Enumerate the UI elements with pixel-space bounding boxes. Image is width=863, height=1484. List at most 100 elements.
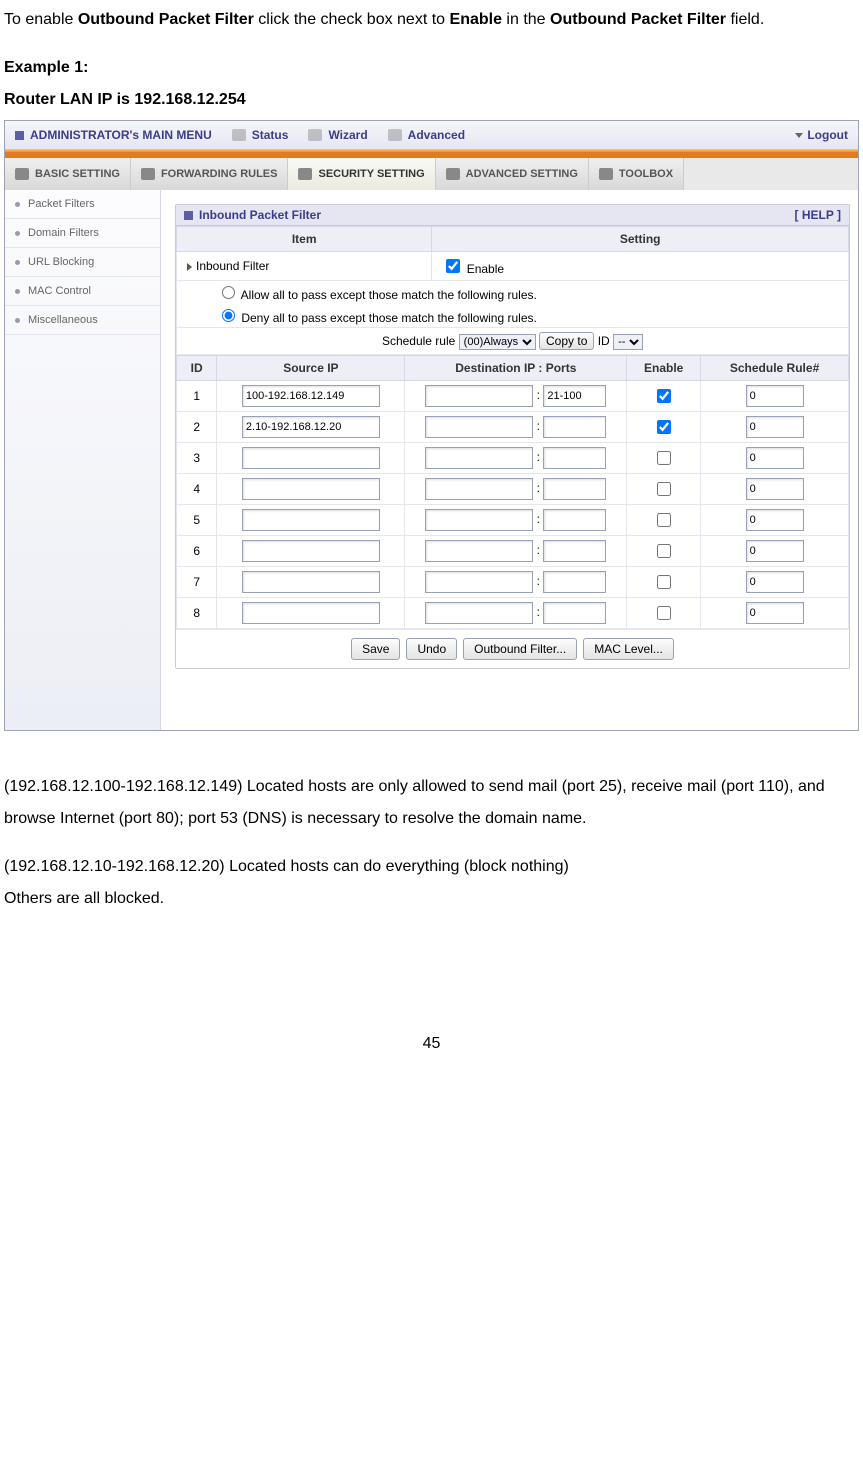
radio-deny[interactable] [222,309,235,322]
table-row: 7 : [177,567,849,598]
rule-enable-checkbox[interactable] [657,575,671,589]
mac-level-button[interactable]: MAC Level... [583,638,674,660]
nav-logout-label: Logout [807,128,848,142]
schedule-rule-input[interactable] [746,447,804,469]
radio-allow[interactable] [222,286,235,299]
nav-logout[interactable]: Logout [785,121,858,149]
copy-id-select[interactable]: -- [613,334,643,350]
nav-status[interactable]: Status [222,121,299,149]
bullet-icon [15,231,20,236]
sidebar-item-domain-filters[interactable]: Domain Filters [5,219,160,248]
status-icon [232,129,246,141]
rule-enable-checkbox[interactable] [657,451,671,465]
radio-allow-label: Allow all to pass except those match the… [241,288,537,302]
intro-prefix: To enable [4,11,78,28]
router-ip-line: Router LAN IP is 192.168.12.254 [4,84,859,116]
source-ip-input[interactable] [242,509,380,531]
advanced-icon [388,129,402,141]
tab-security-label: SECURITY SETTING [318,168,424,180]
dest-ip-input[interactable] [425,447,533,469]
ports-input[interactable] [543,602,606,624]
source-ip-input[interactable] [242,571,380,593]
tab-toolbox[interactable]: TOOLBOX [589,158,684,190]
bullet-icon [15,318,20,323]
sidebar-item-packet-filters[interactable]: Packet Filters [5,190,160,219]
rule-enable-checkbox[interactable] [657,420,671,434]
rule-enable-checkbox[interactable] [657,606,671,620]
sidebar-item-url-blocking[interactable]: URL Blocking [5,248,160,277]
schedule-rule-input[interactable] [746,478,804,500]
rule-enable-checkbox[interactable] [657,389,671,403]
rule-enable-checkbox[interactable] [657,513,671,527]
save-button[interactable]: Save [351,638,400,660]
colon-separator: : [533,574,543,588]
enable-checkbox[interactable] [446,259,460,273]
dest-ip-input[interactable] [425,540,533,562]
colon-separator: : [533,512,543,526]
copy-to-button[interactable]: Copy to [539,332,594,350]
source-ip-input[interactable] [242,385,380,407]
ports-input[interactable] [543,571,606,593]
tab-advanced-setting[interactable]: ADVANCED SETTING [436,158,589,190]
source-ip-input[interactable] [242,478,380,500]
ports-input[interactable] [543,447,606,469]
sidebar-item-miscellaneous[interactable]: Miscellaneous [5,306,160,335]
nav-wizard[interactable]: Wizard [298,121,377,149]
ports-input[interactable] [543,416,606,438]
nav-status-label: Status [252,128,289,142]
dest-ip-input[interactable] [425,571,533,593]
outbound-filter-button[interactable]: Outbound Filter... [463,638,577,660]
colon-separator: : [533,605,543,619]
panel-icon [184,211,193,220]
tab-forwarding-rules[interactable]: FORWARDING RULES [131,158,289,190]
sidebar-item-mac-control[interactable]: MAC Control [5,277,160,306]
nav-advanced[interactable]: Advanced [378,121,475,149]
panel-title: Inbound Packet Filter [199,208,321,222]
bullet-icon [15,202,20,207]
sidebar-item-label: Miscellaneous [28,314,98,326]
rule-enable-checkbox[interactable] [657,482,671,496]
table-row: 4 : [177,474,849,505]
source-ip-input[interactable] [242,416,380,438]
tab-basic-setting[interactable]: BASIC SETTING [5,158,131,190]
schedule-rule-input[interactable] [746,509,804,531]
dest-ip-input[interactable] [425,602,533,624]
schedule-rule-input[interactable] [746,385,804,407]
tab-security-setting[interactable]: SECURITY SETTING [288,158,435,190]
source-ip-input[interactable] [242,447,380,469]
ports-input[interactable] [543,540,606,562]
toolbox-icon [599,168,613,180]
th-id: ID [177,356,217,381]
button-bar: Save Undo Outbound Filter... MAC Level..… [176,629,849,668]
source-ip-input[interactable] [242,602,380,624]
colon-separator: : [533,388,543,402]
th-dest-ip-ports: Destination IP : Ports [405,356,627,381]
sidebar-item-label: Domain Filters [28,227,99,239]
colon-separator: : [533,419,543,433]
schedule-rule-input[interactable] [746,571,804,593]
ports-input[interactable] [543,478,606,500]
ports-input[interactable] [543,385,606,407]
main-menu-text: ADMINISTRATOR's MAIN MENU [30,128,212,142]
dest-ip-input[interactable] [425,416,533,438]
intro-bold2: Enable [450,11,502,28]
after-p1: (192.168.12.100-192.168.12.149) Located … [4,771,859,835]
schedule-rule-input[interactable] [746,540,804,562]
dest-ip-input[interactable] [425,478,533,500]
basic-setting-icon [15,168,29,180]
content-area: Inbound Packet Filter [ HELP ] Item Sett… [161,190,858,730]
schedule-rule-input[interactable] [746,416,804,438]
rule-id: 1 [177,381,217,412]
dest-ip-input[interactable] [425,385,533,407]
enable-label: Enable [467,262,504,276]
ports-input[interactable] [543,509,606,531]
intro-bold3: Outbound Packet Filter [550,11,726,28]
dest-ip-input[interactable] [425,509,533,531]
table-row: 6 : [177,536,849,567]
source-ip-input[interactable] [242,540,380,562]
schedule-rule-select[interactable]: (00)Always [459,334,536,350]
rule-enable-checkbox[interactable] [657,544,671,558]
help-link[interactable]: [ HELP ] [795,208,841,222]
schedule-rule-input[interactable] [746,602,804,624]
undo-button[interactable]: Undo [406,638,457,660]
